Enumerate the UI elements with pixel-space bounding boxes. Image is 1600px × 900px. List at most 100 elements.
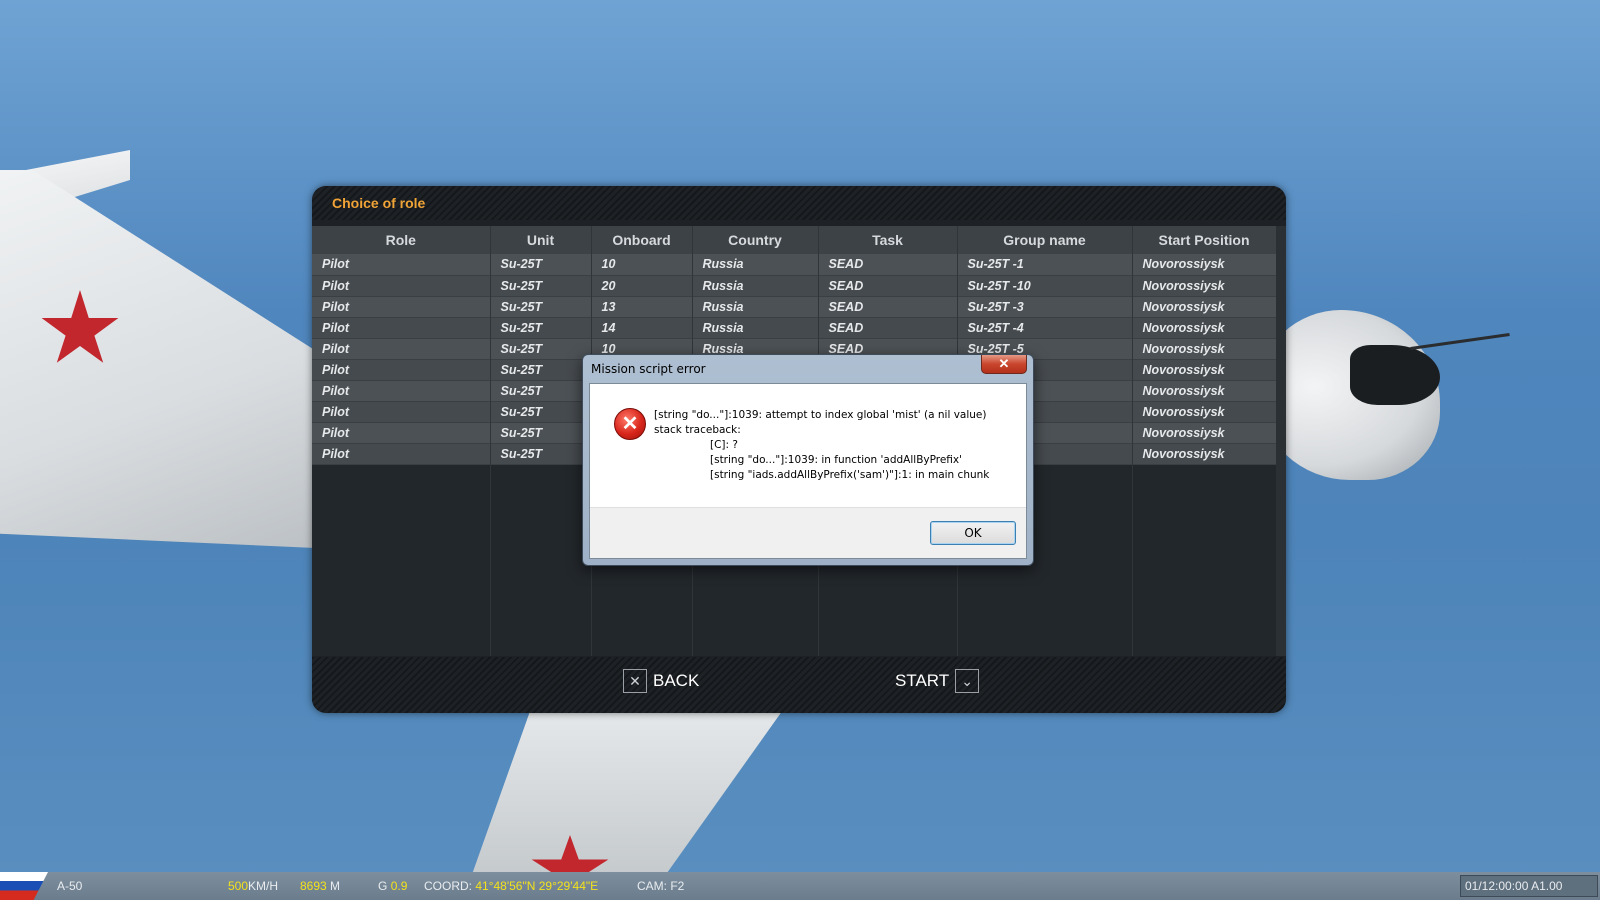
coord-label: COORD: [424,879,472,893]
cell-start-position: Novorossiysk [1132,380,1277,402]
cell-group-name: Su-25T -3 [957,296,1133,318]
panel-header: Choice of role [312,186,1286,220]
cell-unit: Su-25T [490,380,592,402]
column-header-start-position[interactable]: Start Position [1132,226,1277,254]
dialog-button-bar: OK [590,507,1026,558]
cell-unit: Su-25T [490,401,592,423]
column-header-task[interactable]: Task [818,226,958,254]
cell-start-position: Novorossiysk [1132,443,1277,465]
dialog-titlebar[interactable]: Mission script error [583,355,1033,381]
cell-start-position: Novorossiysk [1132,338,1277,360]
coord-readout: COORD: 41°48'56"N 29°29'44"E [424,879,598,893]
cell-task: SEAD [818,296,958,318]
cell-unit: Su-25T [490,443,592,465]
ok-button[interactable]: OK [930,521,1016,545]
dialog-body: ✕ [string "do..."]:1039: attempt to inde… [589,383,1027,559]
cell-task: SEAD [818,317,958,339]
table-scrollbar[interactable] [1276,226,1286,656]
cell-start-position: Novorossiysk [1132,296,1277,318]
altitude-value: 8693 [300,879,327,893]
cell-country: Russia [692,317,819,339]
cell-unit: Su-25T [490,422,592,444]
cell-role: Pilot [312,380,491,402]
panel-footer: ✕ BACK START ⌄ [312,657,1286,713]
back-button[interactable]: ✕ BACK [623,669,699,693]
cell-role: Pilot [312,338,491,360]
cell-start-position: Novorossiysk [1132,254,1277,276]
cell-onboard: 10 [591,254,693,276]
cell-country: Russia [692,275,819,297]
error-message-line: stack traceback: [654,424,741,436]
column-header-unit[interactable]: Unit [490,226,592,254]
cell-role: Pilot [312,443,491,465]
cell-unit: Su-25T [490,317,592,339]
cell-unit: Su-25T [490,275,592,297]
cell-role: Pilot [312,275,491,297]
traceback-line: [string "do..."]:1039: in function 'addA… [710,454,963,466]
column-header-country[interactable]: Country [692,226,819,254]
cell-role: Pilot [312,359,491,381]
status-bar: A-50 500KM/H 8693 M G 0.9 COORD: 41°48'5… [0,872,1600,900]
cell-role: Pilot [312,401,491,423]
speed-readout: 500KM/H [228,879,278,893]
cell-role: Pilot [312,317,491,339]
cell-group-name: Su-25T -10 [957,275,1133,297]
cell-onboard: 13 [591,296,693,318]
aircraft-cockpit [1350,345,1440,405]
mission-script-error-dialog: Mission script error ✕ ✕ [string "do..."… [582,354,1034,566]
speed-value: 500 [228,879,249,893]
cell-task: SEAD [818,275,958,297]
coord-value: 41°48'56"N 29°29'44"E [475,879,599,893]
start-button[interactable]: START ⌄ [895,669,980,693]
g-value: 0.9 [390,879,408,893]
table-row[interactable]: Pilot Su-25T 14 Russia SEAD Su-25T -4 Novoross… [312,317,1277,339]
cell-country: Russia [692,254,819,276]
cell-group-name: Su-25T -1 [957,254,1133,276]
cell-task: SEAD [818,254,958,276]
traceback-line: [C]: ? [710,439,738,451]
cell-start-position: Novorossiysk [1132,401,1277,423]
cell-country: Russia [692,296,819,318]
aircraft-wing-bottom [470,700,790,880]
cell-role: Pilot [312,422,491,444]
cell-start-position: Novorossiysk [1132,422,1277,444]
cell-unit: Su-25T [490,296,592,318]
g-readout: G 0.9 [378,879,407,893]
dialog-message-area: ✕ [string "do..."]:1039: attempt to inde… [590,384,1026,509]
cell-role: Pilot [312,254,491,276]
altitude-unit: M [330,879,341,893]
panel-title: Choice of role [332,195,426,211]
start-button-label: START [895,671,950,690]
cam-label: CAM: [637,879,667,893]
cam-readout: CAM: F2 [637,879,684,893]
mission-time: 01/12:00:00 A1.00 [1460,875,1598,897]
error-message-line: [string "do..."]:1039: attempt to index … [654,409,987,421]
aircraft-wing-left [0,170,360,550]
error-icon: ✕ [614,408,646,440]
traceback-line: [string "iads.addAllByPrefix('sam')"]:1:… [710,469,990,481]
altitude-readout: 8693 M [300,879,340,893]
column-header-role[interactable]: Role [312,226,491,254]
table-row[interactable]: Pilot Su-25T 10 Russia SEAD Su-25T -1 Novoross… [312,254,1277,276]
back-button-label: BACK [653,671,700,690]
cam-value: F2 [670,879,685,893]
cell-start-position: Novorossiysk [1132,275,1277,297]
column-header-onboard[interactable]: Onboard [591,226,693,254]
table-row[interactable]: Pilot Su-25T 20 Russia SEAD Su-25T -10 Novoros… [312,275,1277,297]
table-header-row: Role Unit Onboard Country Task Group nam… [312,226,1277,254]
russia-flag-icon [0,872,48,900]
cell-start-position: Novorossiysk [1132,359,1277,381]
dialog-title: Mission script error [591,362,706,376]
close-icon: ✕ [623,669,647,693]
column-header-group-name[interactable]: Group name [957,226,1133,254]
cell-role: Pilot [312,296,491,318]
dialog-close-button[interactable]: ✕ [981,355,1027,374]
table-row[interactable]: Pilot Su-25T 13 Russia SEAD Su-25T -3 Novoross… [312,296,1277,318]
cell-unit: Su-25T [490,338,592,360]
refuel-probe [1410,333,1510,350]
cell-onboard: 20 [591,275,693,297]
cell-start-position: Novorossiysk [1132,317,1277,339]
g-label: G [378,879,388,893]
cell-unit: Su-25T [490,254,592,276]
chevron-down-icon: ⌄ [955,669,980,693]
